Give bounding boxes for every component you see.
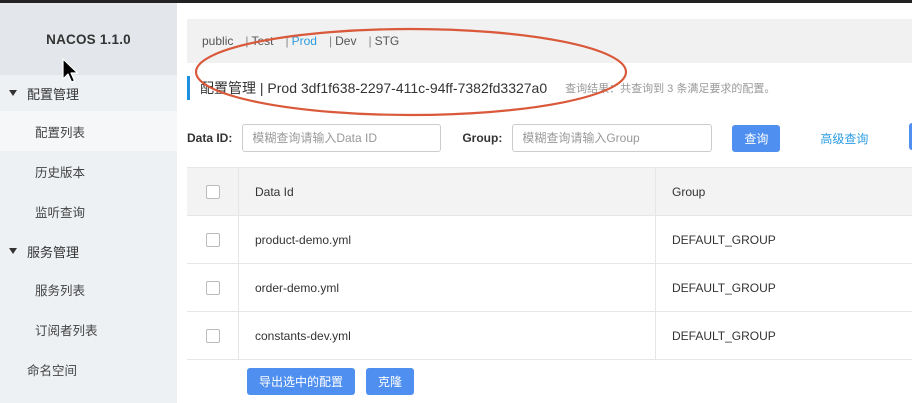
- data-id-input[interactable]: [242, 124, 442, 152]
- main-content: public | Test | Prod | Dev | STG 配置管理 | …: [177, 3, 912, 403]
- namespace-separator: |: [245, 34, 249, 48]
- namespace-separator: |: [285, 34, 289, 48]
- title-accent-bar: [187, 76, 190, 100]
- sidebar-item-service-list[interactable]: 服务列表: [0, 269, 177, 309]
- table-row: constants-dev.yml DEFAULT_GROUP: [187, 312, 912, 360]
- group-cell: DEFAULT_GROUP: [672, 328, 776, 343]
- data-id-cell: product-demo.yml: [239, 216, 656, 263]
- advanced-query-link[interactable]: 高级查询: [820, 130, 868, 147]
- sidebar-group-label: 配置管理: [27, 86, 80, 102]
- namespace-separator: |: [368, 34, 372, 48]
- row-select-cell: [187, 216, 239, 263]
- caret-down-icon: [9, 248, 17, 254]
- column-header-group[interactable]: Group: [656, 168, 912, 215]
- bulk-actions: 导出选中的配置 克隆: [247, 368, 425, 395]
- namespace-tab-prod[interactable]: Prod: [292, 34, 317, 48]
- row-select-cell: [187, 312, 239, 359]
- select-all-checkbox[interactable]: [205, 184, 220, 199]
- row-select-cell: [187, 264, 239, 311]
- group-cell: DEFAULT_GROUP: [672, 232, 776, 247]
- sidebar-group-config-management[interactable]: 配置管理: [0, 75, 177, 111]
- page-title: 配置管理 | Prod 3df1f638-2297-411c-94ff-7382…: [200, 80, 548, 96]
- select-all-cell: [187, 168, 239, 215]
- namespace-tab-dev[interactable]: Dev: [335, 34, 356, 48]
- search-form: Data ID: Group: 查询 高级查询: [187, 123, 912, 153]
- mouse-pointer-icon: [62, 58, 79, 83]
- data-id-label: Data ID:: [187, 131, 233, 145]
- namespace-tab-test[interactable]: Test: [251, 34, 273, 48]
- group-label: Group:: [462, 131, 503, 145]
- clone-button[interactable]: 克隆: [366, 368, 415, 395]
- table-row: order-demo.yml DEFAULT_GROUP: [187, 264, 912, 312]
- query-result-summary: 查询结果：共查询到 3 条满足要求的配置。: [565, 83, 776, 95]
- page-title-row: 配置管理 | Prod 3df1f638-2297-411c-94ff-7382…: [187, 75, 775, 101]
- table-header: Data Id Group: [187, 168, 912, 216]
- table-row: product-demo.yml DEFAULT_GROUP: [187, 216, 912, 264]
- namespace-tab-stg[interactable]: STG: [375, 34, 400, 48]
- sidebar-group-service-management[interactable]: 服务管理: [0, 233, 177, 269]
- sidebar-item-listener-query[interactable]: 监听查询: [0, 191, 177, 231]
- column-header-data-id[interactable]: Data Id: [239, 168, 656, 215]
- data-id-cell: constants-dev.yml: [239, 312, 656, 359]
- data-id-cell: order-demo.yml: [239, 264, 656, 311]
- export-selected-button[interactable]: 导出选中的配置: [247, 368, 356, 395]
- row-checkbox[interactable]: [205, 328, 220, 343]
- sidebar-group-label: 服务管理: [27, 244, 80, 260]
- query-button[interactable]: 查询: [732, 124, 781, 152]
- group-input[interactable]: [512, 124, 713, 152]
- sidebar-item-subscriber-list[interactable]: 订阅者列表: [0, 309, 177, 349]
- sidebar: NACOS 1.1.0 配置管理 配置列表 历史版本 监听查询 服务管理 服务列…: [0, 3, 177, 403]
- config-table: Data Id Group product-demo.yml DEFAULT_G…: [187, 167, 912, 360]
- namespace-tab-public[interactable]: public: [202, 34, 233, 48]
- row-checkbox[interactable]: [205, 280, 220, 295]
- namespace-bar: public | Test | Prod | Dev | STG: [187, 19, 912, 63]
- sidebar-item-config-list[interactable]: 配置列表: [0, 111, 177, 151]
- sidebar-item-namespace[interactable]: 命名空间: [0, 349, 177, 389]
- sidebar-item-history[interactable]: 历史版本: [0, 151, 177, 191]
- brand-title: NACOS 1.1.0: [0, 3, 177, 75]
- row-checkbox[interactable]: [205, 232, 220, 247]
- caret-down-icon: [9, 90, 17, 96]
- group-cell: DEFAULT_GROUP: [672, 280, 776, 295]
- namespace-separator: |: [328, 34, 333, 48]
